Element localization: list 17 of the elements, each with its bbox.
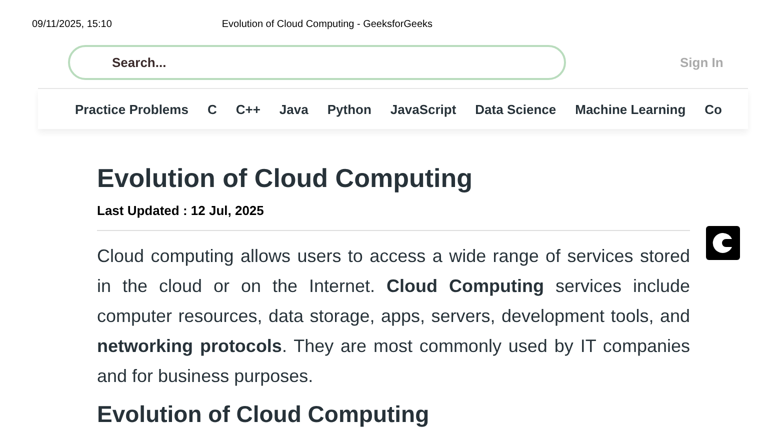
nav-link[interactable]: C [207, 102, 217, 116]
last-updated: Last Updated : 12 Jul, 2025 [97, 203, 265, 218]
section-heading: Evolution of Cloud Computing [97, 401, 430, 428]
article-title: Evolution of Cloud Computing [97, 162, 474, 195]
nav-link[interactable]: Co [704, 102, 722, 116]
nav-link[interactable]: JavaScript [390, 102, 456, 116]
nav-link[interactable]: Python [327, 102, 372, 116]
article-paragraph: Cloud computing allows users to access a wide range of services stored in the cloud or on the Internet. Cloud Computing services include computer resources, data storage, apps, servers, development tools, and networking protocols. They are most commonly used by IT companies and for business purposes. [97, 245, 690, 388]
nav-link[interactable]: C++ [236, 102, 260, 116]
nav-link[interactable]: Data Science [475, 102, 556, 116]
page-title: Evolution of Cloud Computing - GeeksforGeeks [222, 19, 433, 32]
nav-link[interactable]: Java [279, 102, 308, 116]
chat-icon[interactable] [706, 226, 740, 260]
nav-link[interactable]: Machine Learning [575, 102, 686, 116]
nav-link[interactable]: Practice Problems [75, 102, 188, 116]
search-field[interactable]: Search... [68, 45, 566, 80]
print-date: 09/11/2025, 15:10 [32, 19, 112, 32]
